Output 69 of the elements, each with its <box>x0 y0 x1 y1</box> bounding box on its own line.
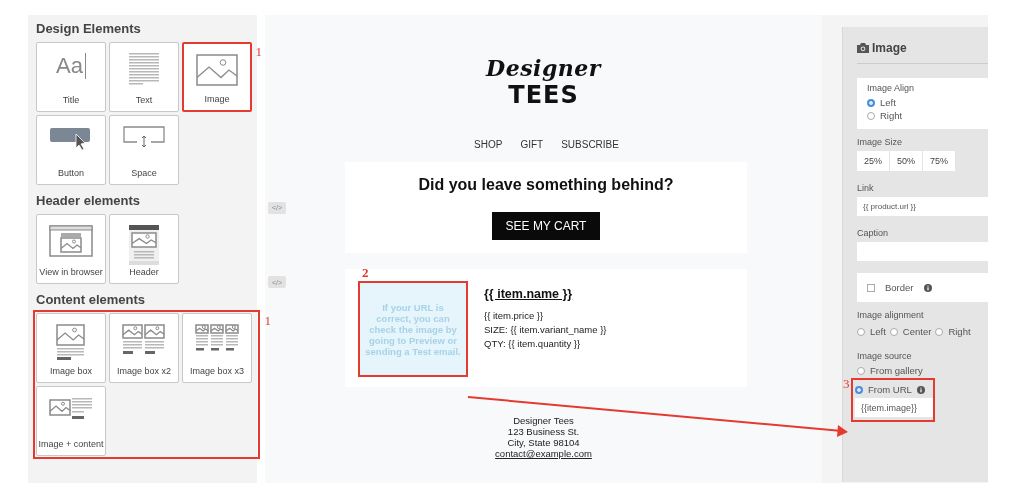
radio-option[interactable]: Right <box>867 110 988 121</box>
image-with-text-icon <box>49 397 93 421</box>
radio-option[interactable]: Left <box>867 97 988 108</box>
section-title: Header elements <box>36 193 142 208</box>
callout-number: 2 <box>362 265 369 281</box>
footer-line: 123 Business St. <box>507 426 580 437</box>
border-checkbox[interactable] <box>867 283 875 292</box>
footer-line: Designer Tees <box>513 415 574 426</box>
element-tile[interactable]: Image box <box>36 313 106 383</box>
radio-option[interactable]: Left <box>857 326 886 337</box>
product-detail: {{ item.price }} <box>484 310 545 321</box>
field-label: Image alignment <box>857 310 925 320</box>
field-label: Caption <box>857 228 890 238</box>
caption-field[interactable] <box>857 242 988 261</box>
product-name: {{ item.name }} <box>484 287 574 301</box>
image-box-trio-icon <box>195 324 239 352</box>
title-glyph: Aa <box>56 53 86 79</box>
element-tile[interactable]: Image box x3 <box>182 313 252 383</box>
image-box-pair-icon <box>122 324 166 356</box>
info-icon <box>923 283 932 292</box>
header-layout-icon <box>129 225 159 265</box>
field-label: Link <box>857 183 875 193</box>
radio-option[interactable]: From URL <box>855 384 933 395</box>
element-tile[interactable]: Text <box>109 42 179 112</box>
cart-button[interactable]: SEE MY CART <box>491 212 601 240</box>
radio-option[interactable]: Center <box>889 326 932 337</box>
placeholder-text: If your URL is correct, you can check the image by going to Preview or sending a Test email. <box>364 301 462 357</box>
footer-line: City, State 98104 <box>507 437 580 448</box>
spacing-icon <box>123 126 165 148</box>
text-lines-icon <box>129 53 159 85</box>
image-icon <box>196 54 238 86</box>
callout-number: 1 <box>264 313 271 329</box>
element-tile[interactable]: Header <box>109 214 179 284</box>
camera-icon <box>857 43 869 53</box>
callout-number: 3 <box>843 376 850 392</box>
image-box-icon <box>56 324 86 362</box>
product-detail: SIZE: {{ item.variant_name }} <box>484 324 607 335</box>
link-field[interactable]: {{ product.url }} <box>857 197 988 216</box>
nav-link[interactable]: SUBSCRIBE <box>561 139 619 150</box>
element-tile[interactable]: Image + content <box>36 386 106 456</box>
size-button[interactable]: 50% <box>890 151 923 171</box>
element-tile[interactable]: Button <box>36 115 106 185</box>
field-label: Image Size <box>857 137 904 147</box>
section-title: Design Elements <box>36 21 142 36</box>
email-link[interactable]: contact@example.com <box>495 448 592 459</box>
product-detail: QTY: {{ item.quantity }} <box>484 338 582 349</box>
field-label: Image Align <box>867 83 916 93</box>
hero-heading: Did you leave something behind? <box>418 176 674 194</box>
browser-window-icon <box>49 225 93 257</box>
logo-title: TEES <box>508 81 579 109</box>
size-button[interactable]: 75% <box>923 151 956 171</box>
radio-option[interactable]: From gallery <box>857 365 988 376</box>
logo-script: Designer <box>486 55 601 81</box>
radio-option[interactable]: Right <box>935 326 971 337</box>
nav-link[interactable]: SHOP <box>474 139 503 150</box>
size-button[interactable]: 25% <box>857 151 889 171</box>
nav-link[interactable]: GIFT <box>520 139 544 150</box>
field-label: Image source <box>857 351 913 361</box>
button-cursor-icon <box>50 126 92 150</box>
element-tile[interactable]: Aa Title <box>36 42 106 112</box>
element-tile[interactable]: Space <box>109 115 179 185</box>
section-title: Content elements <box>36 292 147 307</box>
panel-title: Image <box>872 41 907 55</box>
element-tile[interactable]: Image box x2 <box>109 313 179 383</box>
callout-number: 1 <box>255 44 262 60</box>
info-icon <box>916 385 925 394</box>
url-field[interactable]: {{item.image}} <box>855 398 933 417</box>
element-tile[interactable]: View in browser <box>36 214 106 284</box>
border-label: Border <box>885 282 914 293</box>
